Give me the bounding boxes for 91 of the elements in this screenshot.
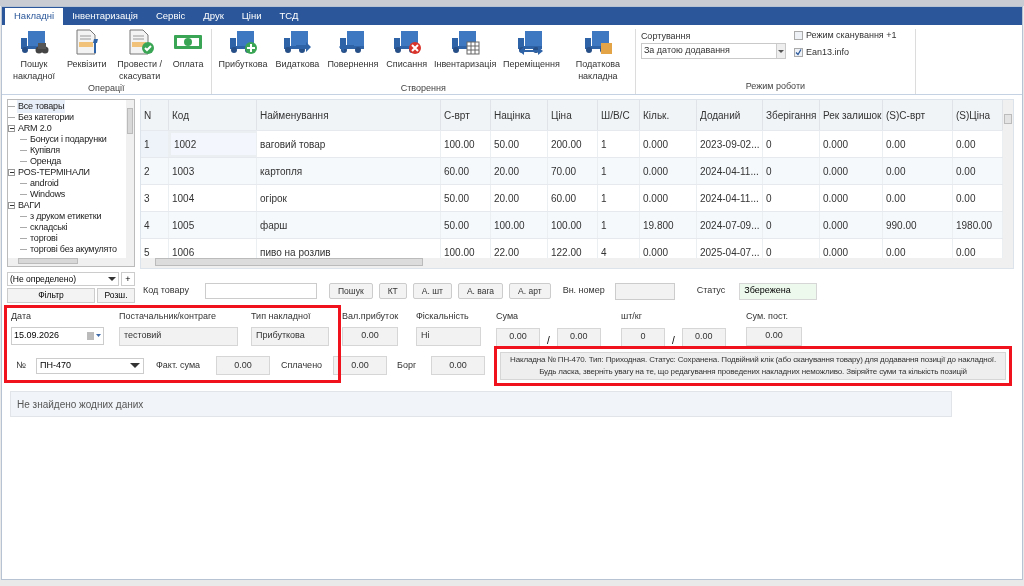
status-field: Збережена bbox=[739, 282, 818, 300]
truck-arrow-right-icon bbox=[282, 29, 313, 55]
field-label: Вн. номер bbox=[562, 284, 605, 298]
truck-binoculars-icon bbox=[19, 29, 49, 55]
text-field[interactable]: 0.00 bbox=[681, 327, 726, 347]
ribbon-button[interactable]: Пошук накладної bbox=[6, 29, 62, 82]
calendar-icon bbox=[87, 331, 101, 340]
separator-text: / bbox=[672, 333, 675, 348]
ribbon-tab[interactable]: Друк bbox=[194, 8, 233, 25]
scrollbar[interactable] bbox=[141, 258, 1013, 268]
field-label: Факт. сума bbox=[156, 358, 202, 372]
caret-icon bbox=[777, 49, 784, 53]
ribbon-button[interactable]: Податкова накладна bbox=[564, 29, 631, 82]
number-dropdown[interactable]: ПН-470 bbox=[36, 357, 144, 374]
text-field[interactable]: 0.00 bbox=[746, 326, 802, 346]
ribbon-tab[interactable]: Інвентаризація bbox=[63, 8, 147, 25]
ribbon-button[interactable]: Видаткова bbox=[272, 29, 323, 82]
field-label: Дата bbox=[11, 310, 32, 323]
search-option-button[interactable]: КТ bbox=[378, 283, 407, 299]
scrollbar[interactable] bbox=[126, 100, 134, 258]
sorting-dropdown[interactable]: За датою додавання bbox=[640, 43, 786, 59]
field-label: Режим сканування +1 bbox=[805, 29, 897, 42]
empty-positions-panel: Не знайдено жодних даних bbox=[10, 391, 952, 417]
scrollbar[interactable] bbox=[8, 258, 134, 266]
search-option-button[interactable]: Пошук bbox=[329, 283, 373, 299]
external-number-field[interactable] bbox=[614, 282, 675, 300]
text-field[interactable]: 0 bbox=[621, 327, 665, 347]
ribbon-tab[interactable]: ТСД bbox=[270, 8, 308, 25]
field-label: шт/кг bbox=[621, 310, 644, 323]
search-option-button[interactable]: А. вага bbox=[457, 283, 504, 299]
field-label: Сум. пост. bbox=[746, 310, 790, 323]
ribbon-tab[interactable]: Сервіс bbox=[146, 8, 195, 25]
ribbon-button[interactable]: Реквізити bbox=[64, 29, 110, 82]
field-label: Постачальник/контраге bbox=[119, 310, 218, 323]
truck-cross-icon bbox=[391, 29, 422, 55]
truck-box-icon bbox=[582, 29, 613, 55]
search-option-button[interactable]: А. шт bbox=[412, 283, 452, 299]
text-field[interactable]: Ні bbox=[416, 326, 481, 346]
ribbon-button[interactable]: Списання bbox=[383, 29, 431, 82]
add-button[interactable]: + bbox=[121, 272, 135, 286]
field-label: Ean13.info bbox=[805, 45, 849, 59]
field-label: № bbox=[16, 358, 27, 372]
ribbon-button[interactable]: Повернення bbox=[324, 29, 382, 82]
ribbon-button[interactable]: Оплата bbox=[169, 29, 207, 82]
field-label: Борг bbox=[397, 358, 418, 372]
field-label: Вал.прибуток bbox=[342, 310, 400, 323]
caret-icon bbox=[108, 277, 116, 281]
truck-plus-icon bbox=[228, 29, 258, 55]
field-label: Сума bbox=[496, 310, 520, 323]
search-option-button[interactable]: А. арт bbox=[509, 283, 551, 299]
field-label: Тип накладної bbox=[251, 310, 312, 323]
field-label: Статус bbox=[696, 284, 726, 298]
field-label: Сплачено bbox=[281, 358, 324, 372]
field-label: Код товару bbox=[143, 284, 190, 298]
field-label: Фіскальність bbox=[416, 310, 470, 323]
collapse-icon[interactable] bbox=[8, 202, 15, 209]
text-field[interactable]: 0.00 bbox=[496, 327, 540, 347]
separator-text: / bbox=[547, 333, 550, 348]
group-title: Створення bbox=[399, 82, 447, 95]
ribbon-button[interactable]: Переміщення bbox=[500, 29, 563, 82]
group-title: Режим роботи bbox=[744, 80, 807, 93]
collapse-icon[interactable] bbox=[8, 125, 15, 132]
text-field[interactable]: тестовий bbox=[119, 326, 238, 346]
truck-table-icon bbox=[450, 29, 481, 55]
table-cell: 1 bbox=[141, 131, 169, 157]
product-code-field[interactable] bbox=[205, 283, 317, 299]
date-picker[interactable]: 15.09.2026 bbox=[11, 326, 104, 345]
tree-item[interactable]: Все товары bbox=[17, 100, 66, 114]
field-label: Сортування bbox=[640, 30, 692, 43]
text-field[interactable]: 0.00 bbox=[556, 327, 601, 347]
category-dropdown[interactable]: (Не определено) bbox=[7, 272, 119, 286]
group-title: Операції bbox=[87, 82, 126, 95]
ribbon-tab[interactable]: Ціни bbox=[232, 8, 271, 25]
filter-button[interactable]: Розш. bbox=[97, 288, 135, 303]
ribbon-button[interactable]: Інвентаризація bbox=[432, 29, 499, 82]
ribbon-button[interactable]: Прибуткова bbox=[215, 29, 271, 82]
text-field[interactable]: 0.00 bbox=[342, 326, 398, 346]
filter-button[interactable]: Фільтр bbox=[7, 288, 95, 303]
table-cell: 1002 bbox=[169, 131, 257, 157]
caret-icon bbox=[130, 363, 140, 368]
checkbox[interactable] bbox=[793, 47, 803, 57]
info-message: Накладна № ПН-470. Тип: Приходная. Статус: Сохранена. Подвійний клік (або сканування товару) для додавання позиції до накладної. Будь ласка, зверніть увагу на те, що редагування проведених накладних неможливо. Звіряйте суми та кількість позицій bbox=[500, 351, 1006, 380]
text-field[interactable]: 0.00 bbox=[431, 356, 485, 375]
ribbon-tab[interactable]: Накладні bbox=[5, 8, 64, 25]
text-field[interactable]: Прибуткова bbox=[251, 326, 329, 346]
scrollbar[interactable] bbox=[1003, 100, 1013, 258]
ribbon-button[interactable]: Провести / скасувати bbox=[111, 29, 168, 82]
text-field[interactable]: 0.00 bbox=[333, 356, 387, 375]
text-field[interactable]: 0.00 bbox=[216, 356, 270, 375]
collapse-icon[interactable] bbox=[8, 169, 15, 176]
checkbox[interactable] bbox=[793, 31, 803, 41]
